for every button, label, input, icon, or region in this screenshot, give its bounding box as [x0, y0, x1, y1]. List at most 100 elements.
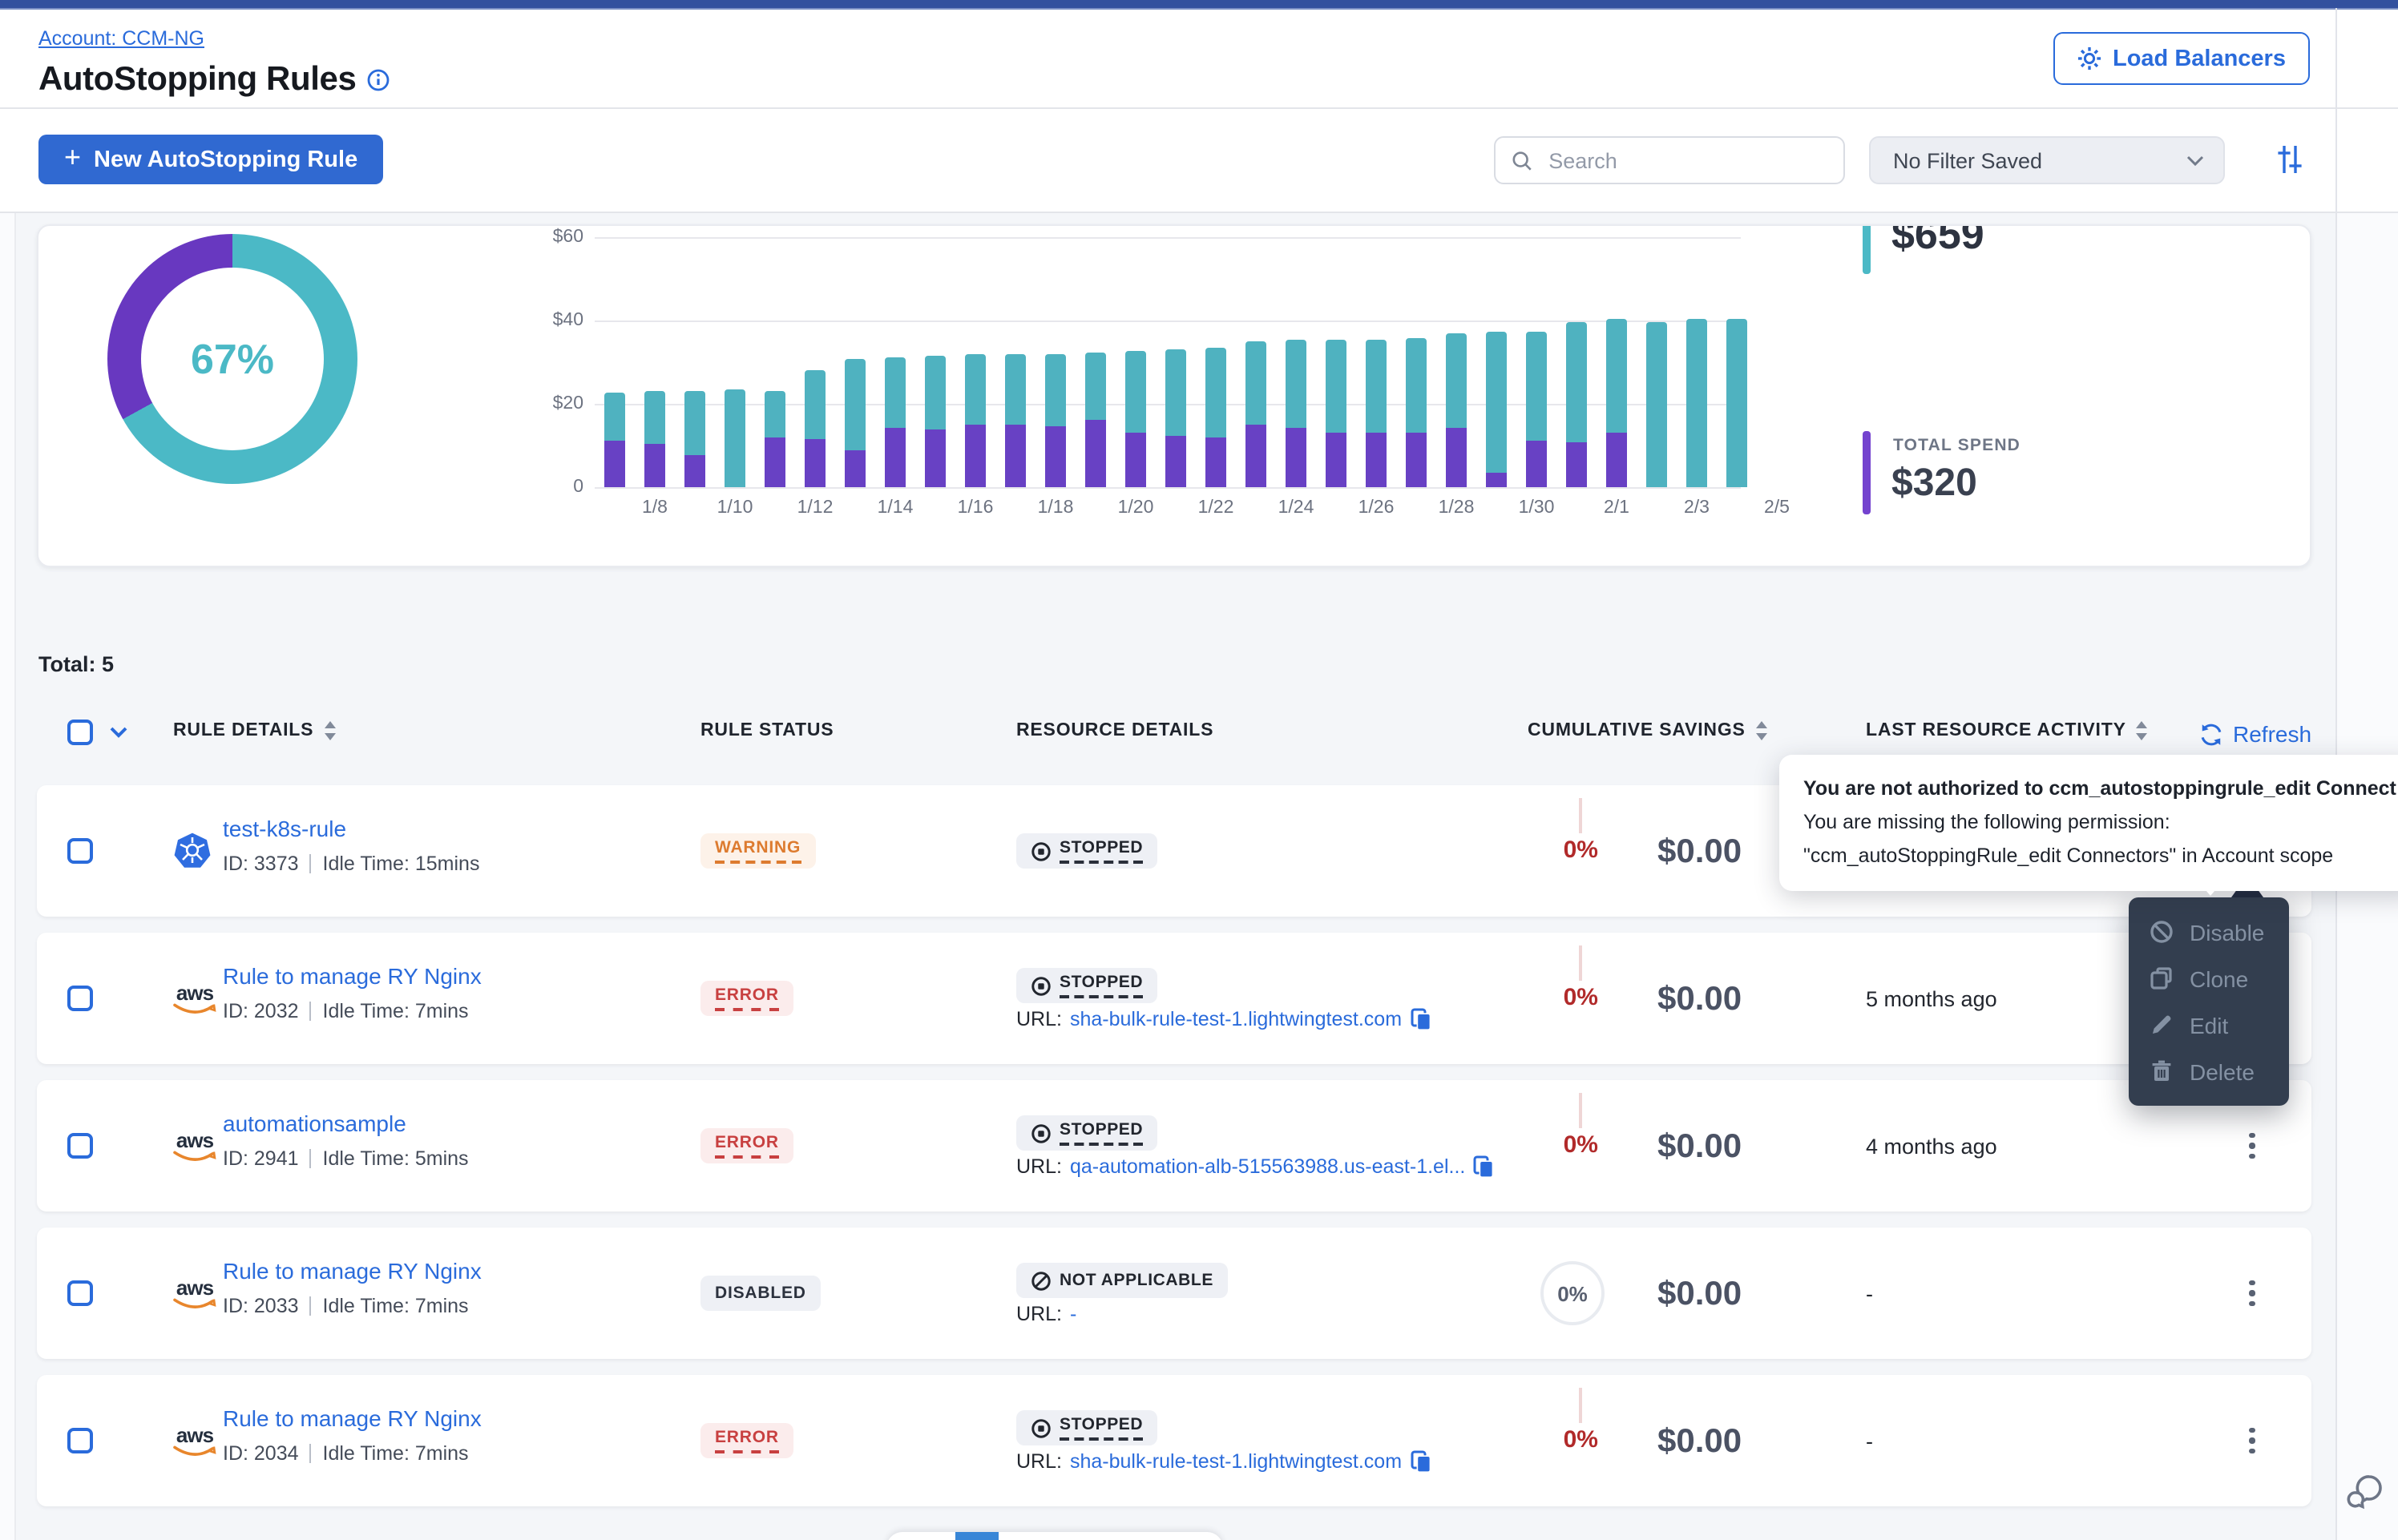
url-label: URL:: [1016, 1450, 1062, 1473]
spend-segment: [965, 425, 986, 487]
menu-item-clone[interactable]: Clone: [2129, 955, 2289, 1002]
search-input-wrap: [1494, 136, 1845, 184]
savings-segment: [1005, 354, 1026, 425]
resource-url-link[interactable]: qa-automation-alb-515563988.us-east-1.el…: [1070, 1155, 1465, 1178]
refresh-button[interactable]: Refresh: [2199, 721, 2311, 747]
stopped-icon: [1031, 1123, 1052, 1143]
filter-sliders-icon: [2272, 143, 2306, 176]
menu-item-edit[interactable]: Edit: [2129, 1002, 2289, 1048]
rule-row: aws Rule to manage RY Nginx ID: 2032Idle…: [37, 933, 2311, 1064]
savings-segment: [1366, 339, 1387, 432]
pagination[interactable]: [886, 1532, 1223, 1540]
row-actions-kebab[interactable]: [2236, 1420, 2268, 1461]
row-actions-kebab[interactable]: [2236, 1272, 2268, 1314]
bulk-select-chevron-icon[interactable]: [109, 726, 128, 739]
search-input[interactable]: [1545, 147, 1827, 174]
rule-status-badge: ERROR: [700, 1423, 793, 1458]
savings-segment: [1686, 320, 1707, 487]
provider-icon-wrap: aws: [173, 1274, 216, 1311]
row-checkbox[interactable]: [67, 986, 93, 1011]
column-cumulative-savings[interactable]: CUMULATIVE SAVINGS: [1528, 721, 1768, 740]
rules-table-body: test-k8s-rule ID: 3373Idle Time: 15mins …: [37, 785, 2311, 1522]
load-balancers-button[interactable]: Load Balancers: [2053, 32, 2310, 85]
aws-icon: aws: [173, 1425, 216, 1458]
new-autostopping-rule-button[interactable]: + New AutoStopping Rule: [38, 135, 383, 184]
resource-url-link[interactable]: sha-bulk-rule-test-1.lightwingtest.com: [1070, 1450, 1402, 1473]
sort-icon[interactable]: [1755, 721, 1768, 740]
divider: [310, 1149, 312, 1168]
chat-bubbles-icon: [2344, 1471, 2385, 1513]
chart-bar: [604, 392, 625, 487]
copy-icon[interactable]: [1473, 1155, 1494, 1178]
copy-icon[interactable]: [1410, 1450, 1431, 1473]
resource-state-badge: NOT APPLICABLE: [1016, 1263, 1228, 1298]
resource-url: URL: sha-bulk-rule-test-1.lightwingtest.…: [1016, 1450, 1431, 1473]
stopped-icon: [1031, 975, 1052, 996]
filter-panel-button[interactable]: [2270, 143, 2308, 181]
copy-icon[interactable]: [1410, 1008, 1431, 1030]
info-icon[interactable]: [367, 69, 390, 91]
chart-x-tick: 1/14: [878, 498, 914, 518]
chart-gridline: [595, 487, 1741, 489]
row-actions-kebab[interactable]: [2236, 1125, 2268, 1167]
sort-icon[interactable]: [2136, 721, 2149, 740]
row-checkbox[interactable]: [67, 1428, 93, 1453]
chart-bar: [1526, 332, 1547, 487]
toolbar: + New AutoStopping Rule No Filter Saved: [0, 109, 2398, 213]
sort-icon[interactable]: [323, 721, 336, 740]
last-activity: 5 months ago: [1866, 987, 1997, 1011]
chart-bar: [765, 391, 785, 487]
select-all-checkbox[interactable]: [67, 720, 93, 745]
chart-bar: [1646, 322, 1667, 487]
menu-item-delete[interactable]: Delete: [2129, 1048, 2289, 1095]
column-rule-status: RULE STATUS: [700, 721, 834, 740]
savings-segment: [1646, 322, 1667, 487]
rule-name-link[interactable]: Rule to manage RY Nginx: [223, 1405, 482, 1431]
savings-percent: 0%: [1480, 1131, 1598, 1159]
total-spend-legend-bar: [1863, 431, 1871, 514]
left-gutter: [0, 212, 16, 1540]
kubernetes-icon: [173, 832, 212, 869]
resource-url: URL: sha-bulk-rule-test-1.lightwingtest.…: [1016, 1008, 1431, 1030]
rule-name-link[interactable]: automationsample: [223, 1111, 406, 1136]
rule-row: aws Rule to manage RY Nginx ID: 2033Idle…: [37, 1228, 2311, 1359]
spend-segment: [1085, 420, 1106, 487]
row-checkbox[interactable]: [67, 1280, 93, 1306]
row-checkbox[interactable]: [67, 838, 93, 864]
resource-url-link[interactable]: sha-bulk-rule-test-1.lightwingtest.com: [1070, 1008, 1402, 1030]
chart-x-tick: 1/28: [1439, 498, 1475, 518]
account-breadcrumb[interactable]: Account: CCM-NG: [38, 27, 204, 50]
chart-x-tick: 2/3: [1684, 498, 1710, 518]
chart-bar: [1165, 349, 1186, 487]
savings-percent: 0%: [1480, 1426, 1598, 1453]
rule-name-link[interactable]: test-k8s-rule: [223, 816, 346, 841]
chart-bar: [644, 391, 665, 487]
spend-segment: [925, 429, 946, 487]
rule-status-badge: DISABLED: [700, 1276, 821, 1311]
spend-segment: [1286, 428, 1306, 487]
column-last-resource-activity[interactable]: LAST RESOURCE ACTIVITY: [1866, 721, 2149, 740]
spend-segment: [1406, 432, 1427, 487]
resource-url-link[interactable]: -: [1070, 1303, 1076, 1325]
pagination-active-page[interactable]: [955, 1532, 999, 1540]
autostopping-rules-page: Account: CCM-NG AutoStopping Rules Load …: [0, 0, 2398, 1540]
provider-icon-wrap: aws: [173, 1421, 216, 1458]
savings-donut-chart: 67%: [107, 234, 357, 484]
url-label: URL:: [1016, 1008, 1062, 1030]
rule-name-link[interactable]: Rule to manage RY Nginx: [223, 963, 482, 989]
chart-bar: [684, 391, 705, 487]
menu-item-disable[interactable]: Disable: [2129, 909, 2289, 955]
last-activity: 4 months ago: [1866, 1135, 1997, 1159]
savings-segment: [1606, 320, 1627, 433]
tooltip-line: "ccm_autoStoppingRule_edit Connectors" i…: [1803, 843, 2396, 870]
help-chat-button[interactable]: [2344, 1471, 2385, 1518]
rule-id-line: ID: 3373Idle Time: 15mins: [223, 853, 479, 875]
savings-percent: 0%: [1480, 984, 1598, 1011]
row-checkbox[interactable]: [67, 1133, 93, 1159]
saved-filter-select[interactable]: No Filter Saved: [1869, 136, 2225, 184]
column-rule-details[interactable]: RULE DETAILS: [173, 721, 336, 740]
savings-percent-label: 67%: [107, 234, 357, 484]
rule-name-link[interactable]: Rule to manage RY Nginx: [223, 1258, 482, 1284]
spend-segment: [684, 454, 705, 487]
chart-bar: [1085, 353, 1106, 487]
